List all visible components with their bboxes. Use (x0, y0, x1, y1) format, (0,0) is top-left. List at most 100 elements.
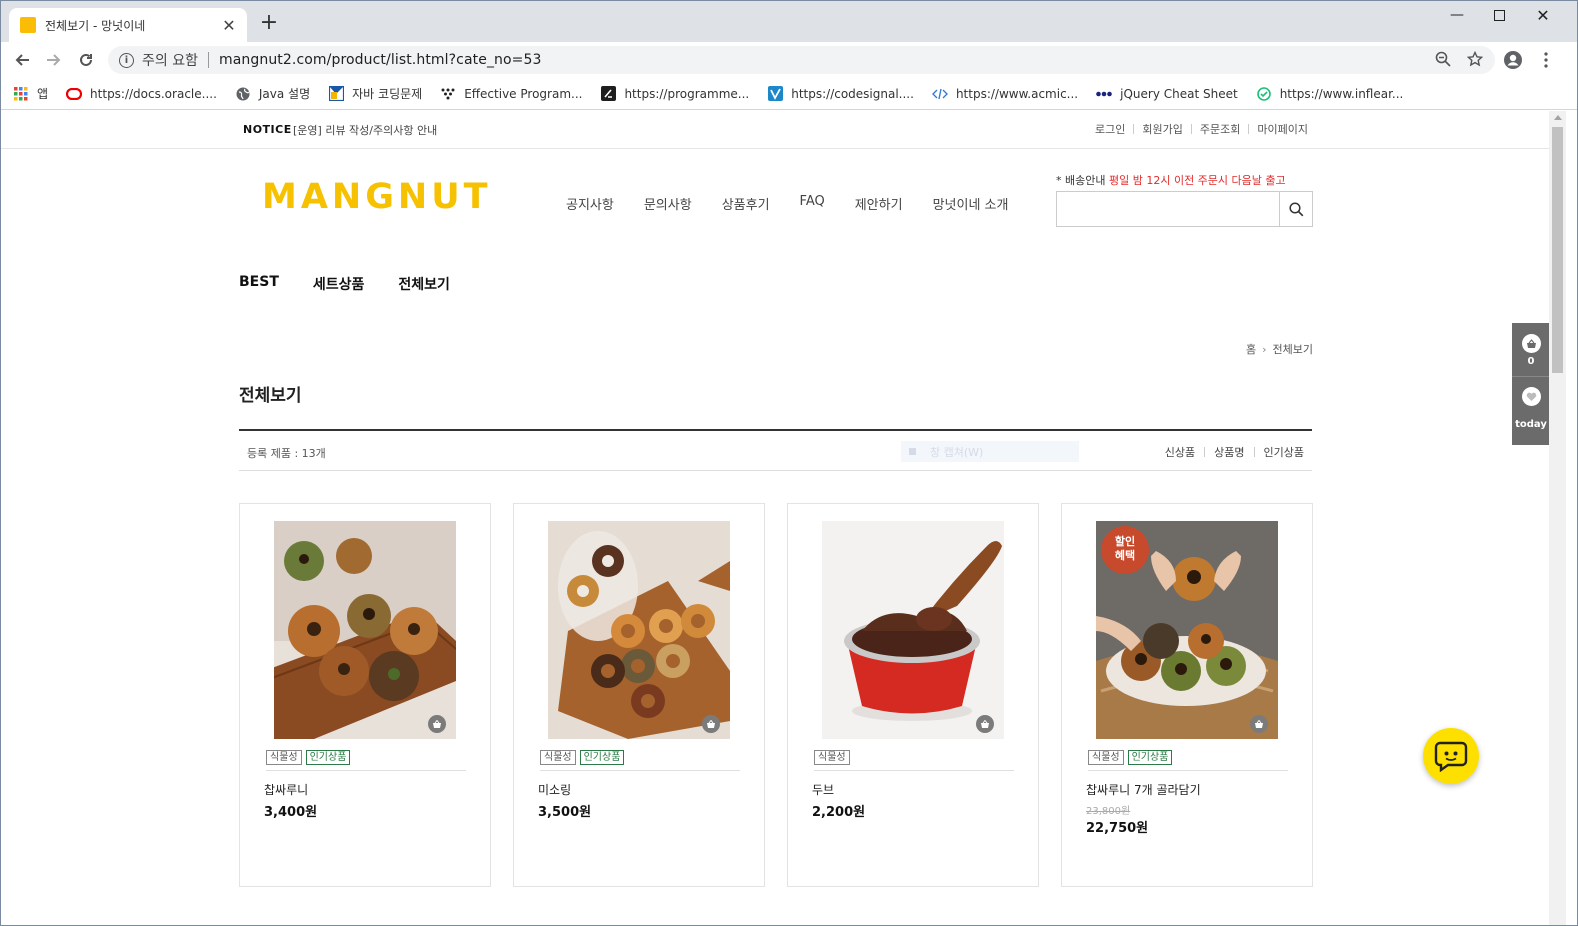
bookmark-codesignal[interactable]: https://codesignal.... (767, 86, 914, 102)
order-lookup-link[interactable]: 주문조회 (1200, 121, 1240, 137)
search-button[interactable] (1279, 192, 1312, 226)
add-to-cart-icon[interactable] (702, 715, 720, 733)
product-badges: 식물성 인기상품 (1088, 750, 1173, 765)
sort-options: 신상품 상품명 인기상품 (1165, 444, 1304, 460)
scroll-up-arrow-icon[interactable] (1554, 115, 1562, 120)
back-arrow-icon[interactable] (10, 48, 34, 72)
product-card[interactable]: 식물성 인기상품 찹싸루니 3,400원 (239, 503, 491, 887)
product-card[interactable]: 할인 혜택 식물성 인기상품 찹싸루니 7개 골라담기 23,800원 22,7… (1061, 503, 1313, 887)
bookmark-java[interactable]: Java 설명 (235, 85, 310, 102)
bookmark-java-coding[interactable]: 자바 코딩문제 (328, 85, 422, 102)
bookmark-inflearn[interactable]: https://www.inflear... (1256, 86, 1403, 102)
apps-grid-icon (13, 86, 29, 102)
info-icon[interactable]: i (119, 52, 134, 68)
product-card[interactable]: 식물성 인기상품 미소링 3,500원 (513, 503, 765, 887)
bookmark-oracle[interactable]: https://docs.oracle.... (66, 86, 217, 102)
new-tab-button[interactable]: + (258, 12, 280, 34)
window-minimize-button[interactable]: — (1434, 0, 1480, 30)
browser-menu-icon[interactable] (1534, 48, 1558, 72)
category-set[interactable]: 세트상품 (313, 274, 365, 294)
product-name[interactable]: 찹싸루니 (264, 781, 308, 798)
chat-button[interactable] (1423, 728, 1479, 784)
bookmark-apps[interactable]: 앱 (13, 85, 48, 102)
bookmark-jquery[interactable]: jQuery Cheat Sheet (1096, 86, 1238, 102)
nav-item-about[interactable]: 망넛이네 소개 (933, 194, 1009, 213)
bookmark-effective[interactable]: Effective Program... (440, 86, 582, 102)
star-icon[interactable] (1467, 51, 1483, 67)
zoom-out-icon[interactable] (1435, 51, 1451, 67)
nav-item-reviews[interactable]: 상품후기 (722, 194, 770, 213)
forward-arrow-icon[interactable] (42, 48, 66, 72)
browser-tab-active[interactable]: 전체보기 - 망넛이네 ✕ (9, 8, 247, 42)
breadcrumb-current[interactable]: 전체보기 (1273, 341, 1313, 357)
window-maximize-button[interactable] (1476, 0, 1522, 30)
main-nav: 공지사항 문의사항 상품후기 FAQ 제안하기 망넛이네 소개 (566, 194, 1038, 213)
product-image[interactable] (274, 521, 456, 739)
omnibox-divider (207, 52, 209, 68)
product-price: 22,750원 (1086, 821, 1149, 836)
quick-cart-button[interactable]: 0 (1512, 323, 1549, 377)
product-count: 등록 제품 : 13개 (247, 447, 326, 460)
nav-item-notice[interactable]: 공지사항 (566, 194, 614, 213)
sort-new[interactable]: 신상품 (1165, 444, 1195, 460)
bookmark-label: https://codesignal.... (791, 86, 914, 101)
divider (540, 770, 740, 771)
signup-link[interactable]: 회원가입 (1142, 121, 1182, 137)
shipping-label: * 배송안내 (1056, 174, 1106, 187)
reload-icon[interactable] (74, 48, 98, 72)
address-bar[interactable]: i 주의 요함 mangnut2.com/product/list.html?c… (108, 46, 1495, 74)
window-capture-overlay: 창 캡쳐(W) (901, 441, 1079, 462)
add-to-cart-icon[interactable] (1250, 715, 1268, 733)
divider (266, 770, 466, 771)
notice-link[interactable]: [운영] 리뷰 작성/주의사항 안내 (293, 122, 437, 138)
product-card[interactable]: 식물성 두브 2,200원 (787, 503, 1039, 887)
bookmark-programmers[interactable]: https://programme... (600, 86, 749, 102)
login-link[interactable]: 로그인 (1095, 121, 1125, 137)
sort-name[interactable]: 상품명 (1214, 444, 1244, 460)
product-list-header: 등록 제품 : 13개 창 캡쳐(W) 신상품 상품명 인기상품 (239, 429, 1312, 471)
search-icon (1288, 201, 1303, 216)
product-name[interactable]: 두브 (812, 781, 834, 798)
bookmarks-bar: 앱 https://docs.oracle.... Java 설명 자바 코딩문… (0, 78, 1578, 110)
original-price: 23,800원 (1086, 806, 1131, 817)
site-logo[interactable]: MANGNUT (262, 177, 492, 217)
product-image[interactable] (548, 521, 730, 739)
add-to-cart-icon[interactable] (976, 715, 994, 733)
globe-icon (235, 86, 251, 102)
badge-plant: 식물성 (814, 750, 850, 765)
breadcrumb-home[interactable]: 홈 (1246, 341, 1256, 357)
quick-today-button[interactable]: today (1512, 378, 1549, 445)
divider (1088, 770, 1288, 771)
nav-item-faq[interactable]: FAQ (800, 194, 825, 213)
mypage-link[interactable]: 마이페이지 (1257, 121, 1308, 137)
product-price: 3,400원 (264, 805, 318, 820)
chevron-right-icon: › (1262, 342, 1267, 356)
product-name[interactable]: 미소링 (538, 781, 571, 798)
nav-item-inquiry[interactable]: 문의사항 (644, 194, 692, 213)
url-text[interactable]: mangnut2.com/product/list.html?cate_no=5… (219, 52, 542, 68)
window-close-button[interactable]: ✕ (1520, 0, 1566, 30)
search-input[interactable] (1056, 191, 1313, 227)
nav-item-suggest[interactable]: 제안하기 (855, 194, 903, 213)
profile-avatar-icon[interactable] (1501, 48, 1525, 72)
product-name[interactable]: 찹싸루니 7개 골라담기 (1086, 781, 1201, 798)
bookmark-acmicpc[interactable]: https://www.acmic... (931, 86, 1079, 102)
quick-menu: 0 today (1512, 323, 1549, 445)
sort-popular[interactable]: 인기상품 (1264, 444, 1304, 460)
category-best[interactable]: BEST (239, 274, 279, 294)
tab-close-icon[interactable]: ✕ (221, 16, 237, 35)
add-to-cart-icon[interactable] (428, 715, 446, 733)
badge-popular: 인기상품 (579, 750, 625, 765)
codesignal-icon (767, 86, 783, 102)
page-scrollbar[interactable] (1549, 111, 1566, 925)
product-image[interactable] (822, 521, 1004, 739)
product-image[interactable]: 할인 혜택 (1096, 521, 1278, 739)
capture-label: 창 캡쳐(W) (930, 445, 984, 459)
bookmark-label: https://www.acmic... (955, 86, 1079, 101)
oracle-icon (66, 86, 83, 102)
today-label: today (1515, 419, 1547, 430)
shipping-text: 평일 밤 12시 이전 주문시 다음날 출고 (1108, 174, 1286, 187)
scrollbar-thumb[interactable] (1552, 127, 1563, 373)
category-all[interactable]: 전체보기 (398, 274, 450, 294)
bookmark-label: 앱 (37, 87, 49, 101)
